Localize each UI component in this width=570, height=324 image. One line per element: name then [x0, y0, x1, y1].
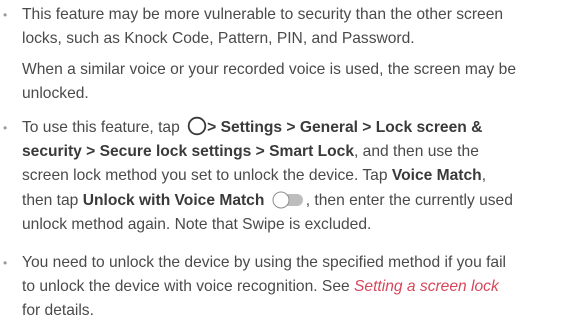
text: then tap: [22, 192, 79, 209]
list-item-text: security > Secure lock settings > Smart …: [22, 140, 479, 164]
list-item-note: unlocked.: [22, 85, 89, 102]
home-button-icon: [187, 116, 207, 136]
path-separator: >: [362, 119, 372, 136]
text: to unlock the device with voice recognit…: [22, 278, 350, 295]
list-item-text: This feature may be more vulnerable to s…: [22, 6, 504, 23]
menu-secure-lock-settings: Secure lock settings: [99, 143, 252, 160]
menu-security: security: [22, 143, 82, 160]
text: To use this feature, tap: [22, 119, 180, 136]
menu-voice-match: Voice Match: [391, 167, 482, 184]
list-item-text: To use this feature, tap > Settings > Ge…: [22, 116, 482, 140]
menu-settings: Settings: [220, 119, 283, 136]
list-item-text: then tap Unlock with Voice Match , then …: [22, 189, 513, 213]
list-item-text: for details.: [22, 302, 94, 319]
path-separator: >: [255, 143, 265, 160]
bullet: •: [3, 256, 8, 270]
list-item-text: to unlock the device with voice recognit…: [22, 275, 499, 299]
text: , then enter the currently used: [305, 192, 513, 209]
setting-a-screen-lock-link[interactable]: Setting a screen lock: [354, 278, 499, 295]
list-item-text: You need to unlock the device by using t…: [22, 254, 507, 271]
list-item-text: unlock method again. Note that Swipe is …: [22, 216, 372, 233]
menu-smart-lock: Smart Lock: [269, 143, 355, 160]
toggle-switch-icon: [272, 191, 303, 209]
menu-general: General: [299, 119, 358, 136]
text: screen lock method you set to unlock the…: [22, 167, 388, 184]
text: ,: [481, 167, 487, 184]
list-item-text: screen lock method you set to unlock the…: [22, 164, 486, 188]
menu-unlock-with-voice-match: Unlock with Voice Match: [82, 192, 265, 209]
path-separator: >: [86, 143, 96, 160]
list-item-text: locks, such as Knock Code, Pattern, PIN,…: [22, 30, 415, 47]
bullet: •: [3, 121, 8, 135]
path-separator: >: [286, 119, 296, 136]
path-separator: >: [207, 119, 217, 136]
menu-lock-screen: Lock screen &: [375, 119, 483, 136]
list-item-note: When a similar voice or your recorded vo…: [22, 61, 517, 78]
document-page: • This feature may be more vulnerable to…: [0, 0, 570, 324]
text: , and then use the: [354, 143, 479, 160]
bullet: •: [3, 8, 8, 22]
